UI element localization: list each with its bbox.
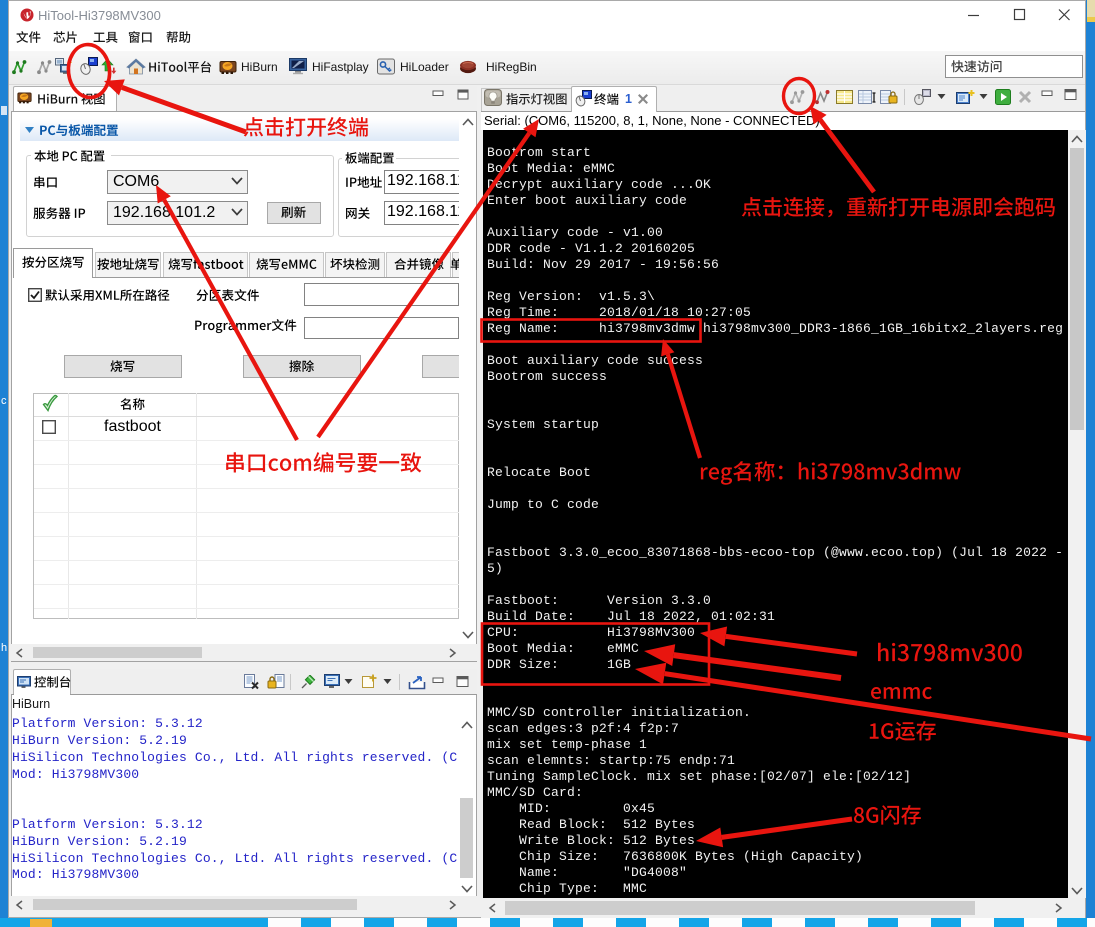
svg-text:c: c [1, 395, 7, 407]
svg-text:h: h [1, 642, 7, 654]
